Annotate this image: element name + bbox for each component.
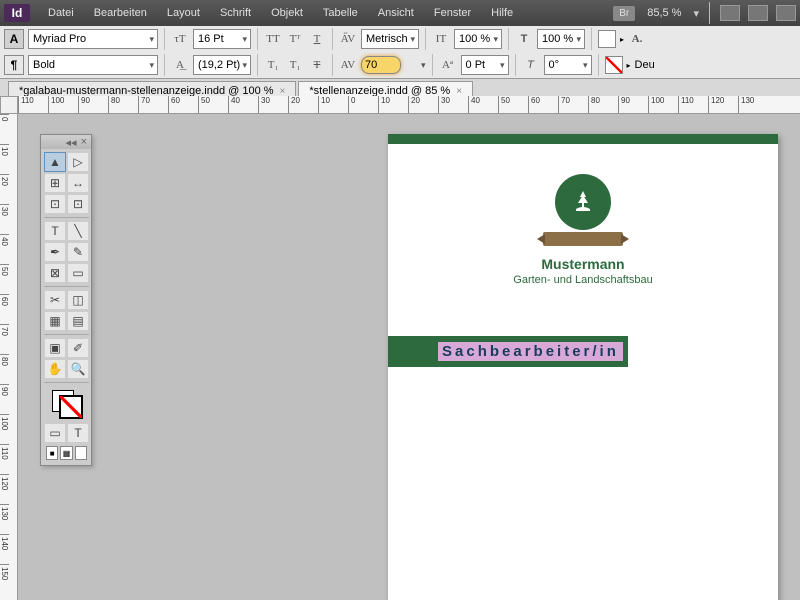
page-tool[interactable]: ⊞	[44, 173, 66, 193]
stroke-arrow-icon[interactable]: ▸	[627, 61, 631, 70]
close-icon[interactable]: ×	[81, 136, 87, 148]
hscale-dropdown[interactable]: 100 %	[537, 29, 585, 49]
app-logo-icon: Id	[4, 4, 30, 22]
font-size-dropdown[interactable]: 16 Pt	[193, 29, 251, 49]
skew-dropdown[interactable]: 0°	[544, 55, 592, 75]
menu-datei[interactable]: Datei	[38, 3, 84, 23]
menu-objekt[interactable]: Objekt	[261, 3, 313, 23]
stroke-color-icon[interactable]	[60, 396, 82, 418]
menu-layout[interactable]: Layout	[157, 3, 210, 23]
fill-swatch[interactable]	[598, 30, 616, 48]
menubar: Id Datei Bearbeiten Layout Schrift Objek…	[0, 0, 800, 26]
ruler-horizontal[interactable]: 1101009080706050403020100102030405060708…	[18, 96, 800, 114]
company-name: Mustermann	[388, 256, 778, 272]
kerning-icon: A̋V	[339, 30, 357, 48]
menu-tabelle[interactable]: Tabelle	[313, 3, 368, 23]
document-page[interactable]: Mustermann Garten- und Landschaftsbau Sa…	[388, 134, 778, 600]
free-transform-tool[interactable]: ◫	[67, 290, 89, 310]
menu-schrift[interactable]: Schrift	[210, 3, 261, 23]
language-label[interactable]: Deu	[635, 59, 655, 71]
apply-gradient-icon[interactable]: ▦	[60, 446, 72, 460]
superscript-icon[interactable]: T₁	[264, 56, 282, 74]
formatting-container-icon[interactable]: ▭	[44, 423, 66, 443]
ruler-vertical[interactable]: 0102030405060708090100110120130140150	[0, 114, 18, 600]
fill-arrow-icon[interactable]: ▸	[620, 35, 624, 44]
arrange-icon[interactable]	[776, 5, 796, 21]
gradient-swatch-tool[interactable]: ▦	[44, 311, 66, 331]
hand-tool[interactable]: ✋	[44, 359, 66, 379]
skew-icon: T	[522, 56, 540, 74]
eyedropper-tool[interactable]: ✐	[67, 338, 89, 358]
rectangle-frame-tool[interactable]: ⊠	[44, 263, 66, 283]
scissors-tool[interactable]: ✂	[44, 290, 66, 310]
rectangle-tool[interactable]: ▭	[67, 263, 89, 283]
tracking-icon: AV	[339, 56, 357, 74]
logo-banner-icon	[543, 232, 623, 246]
underline-icon[interactable]: T	[308, 30, 326, 48]
formatting-text-icon[interactable]: T	[67, 423, 89, 443]
menu-bearbeiten[interactable]: Bearbeiten	[84, 3, 157, 23]
zoom-tool[interactable]: 🔍	[67, 359, 89, 379]
strikethrough-icon[interactable]: T	[308, 56, 326, 74]
subscript-icon[interactable]: T₁	[286, 56, 304, 74]
gap-tool[interactable]: ↔	[67, 173, 89, 193]
allcaps-icon[interactable]: TT	[264, 30, 282, 48]
panel-header[interactable]: ◂◂ ×	[41, 135, 91, 149]
fill-stroke-swatches[interactable]	[44, 386, 89, 422]
view-mode-icon[interactable]	[720, 5, 740, 21]
workspace: 1101009080706050403020100102030405060708…	[0, 96, 800, 600]
stroke-swatch[interactable]	[605, 56, 623, 74]
direct-selection-tool[interactable]: ▷	[67, 152, 89, 172]
close-icon[interactable]: ×	[280, 86, 286, 97]
smallcaps-icon[interactable]: Tᵀ	[286, 30, 304, 48]
line-tool[interactable]: ╲	[67, 221, 89, 241]
pencil-tool[interactable]: ✎	[67, 242, 89, 262]
note-tool[interactable]: ▣	[44, 338, 66, 358]
company-subtitle: Garten- und Landschaftsbau	[388, 274, 778, 286]
tree-logo-icon	[555, 174, 611, 230]
charstyle-icon[interactable]: A.	[628, 30, 646, 48]
logo-area: Mustermann Garten- und Landschaftsbau	[388, 174, 778, 286]
tools-panel[interactable]: ◂◂ × ▲ ▷ ⊞ ↔ ⊡ ⊡ T ╲ ✒ ✎ ⊠ ▭ ✂ ◫ ▦ ▤	[40, 134, 92, 466]
font-size-icon: τT	[171, 30, 189, 48]
menu-fenster[interactable]: Fenster	[424, 3, 481, 23]
job-title-bar[interactable]: Sachbearbeiter/in	[388, 336, 628, 367]
tracking-input[interactable]: 70	[361, 56, 401, 74]
chevron-down-icon[interactable]: ▾	[693, 7, 699, 20]
screen-mode-icon[interactable]	[748, 5, 768, 21]
content-placer-tool[interactable]: ⊡	[67, 194, 89, 214]
leading-icon: A͟	[171, 56, 189, 74]
menu-ansicht[interactable]: Ansicht	[368, 3, 424, 23]
vscale-dropdown[interactable]: 100 %	[454, 29, 502, 49]
menu-hilfe[interactable]: Hilfe	[481, 3, 523, 23]
char-mode-icon[interactable]: A	[4, 29, 24, 49]
font-weight-dropdown[interactable]: Bold	[28, 55, 158, 75]
tracking-chevron-icon[interactable]: ▾	[421, 60, 426, 71]
baseline-icon: Aª	[439, 56, 457, 74]
pen-tool[interactable]: ✒	[44, 242, 66, 262]
ruler-corner[interactable]	[0, 96, 18, 114]
canvas[interactable]: Mustermann Garten- und Landschaftsbau Sa…	[18, 114, 800, 600]
leading-dropdown[interactable]: (19,2 Pt)	[193, 55, 251, 75]
kerning-dropdown[interactable]: Metrisch	[361, 29, 419, 49]
job-title-text[interactable]: Sachbearbeiter/in	[438, 342, 623, 361]
zoom-level[interactable]: 85,5 %	[643, 7, 685, 19]
para-mode-icon[interactable]: ¶	[4, 55, 24, 75]
content-collector-tool[interactable]: ⊡	[44, 194, 66, 214]
font-family-dropdown[interactable]: Myriad Pro	[28, 29, 158, 49]
bridge-button[interactable]: Br	[613, 6, 635, 21]
apply-color-icon[interactable]: ■	[46, 446, 58, 460]
type-tool[interactable]: T	[44, 221, 66, 241]
page-header-bar	[388, 134, 778, 144]
selection-tool[interactable]: ▲	[44, 152, 66, 172]
control-panel: A Myriad Pro τT 16 Pt TT Tᵀ T A̋V Metris…	[0, 26, 800, 79]
gradient-feather-tool[interactable]: ▤	[67, 311, 89, 331]
collapse-icon[interactable]: ◂◂	[66, 136, 77, 149]
hscale-icon: T	[515, 30, 533, 48]
baseline-dropdown[interactable]: 0 Pt	[461, 55, 509, 75]
vscale-icon: IT	[432, 30, 450, 48]
apply-none-icon[interactable]	[75, 446, 87, 460]
close-icon[interactable]: ×	[456, 86, 462, 97]
